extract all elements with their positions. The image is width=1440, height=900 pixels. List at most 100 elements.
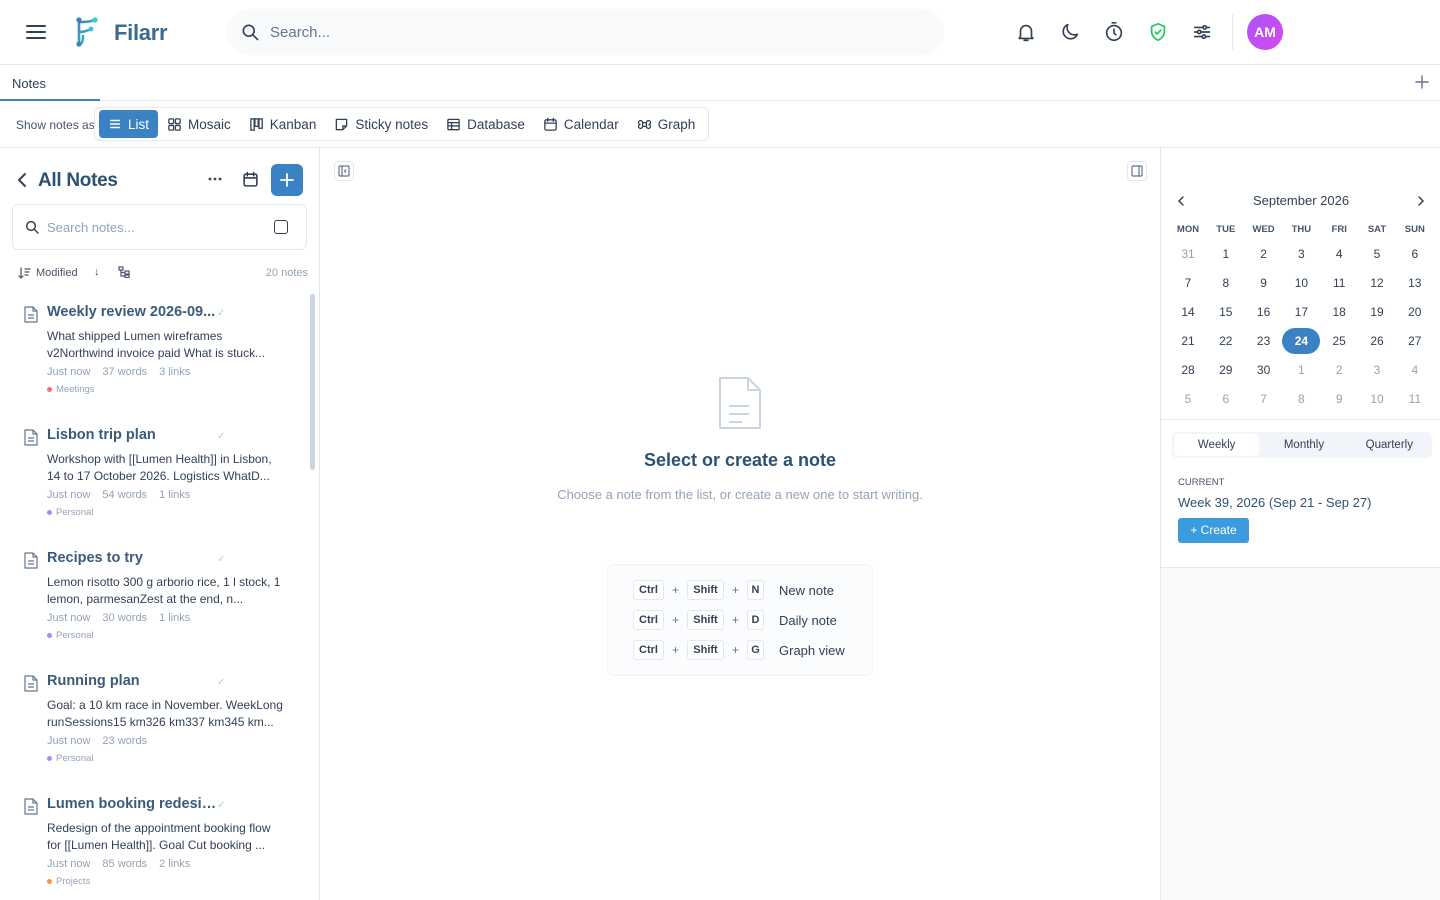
select-mode-checkbox[interactable] xyxy=(274,220,288,234)
timer-icon[interactable] xyxy=(1103,21,1125,43)
global-search[interactable] xyxy=(226,9,944,55)
search-icon xyxy=(242,24,259,41)
calendar-day[interactable]: 7 xyxy=(1169,270,1207,296)
calendar-day[interactable]: 6 xyxy=(1207,386,1245,412)
notes-search-input[interactable] xyxy=(47,218,257,236)
note-title[interactable]: Lisbon trip plan xyxy=(47,427,156,443)
view-calendar-button[interactable]: Calendar xyxy=(534,110,628,138)
create-periodic-note-button[interactable]: + Create xyxy=(1178,518,1249,543)
calendar-day[interactable]: 8 xyxy=(1282,386,1320,412)
calendar-day[interactable]: 9 xyxy=(1245,270,1283,296)
note-snippet: Lemon risotto 300 g arborio rice, 1 l st… xyxy=(47,575,281,606)
dark-mode-moon-icon[interactable] xyxy=(1059,21,1081,43)
view-list-button[interactable]: List xyxy=(99,110,159,138)
menu-icon[interactable] xyxy=(24,20,48,44)
calendar-day[interactable]: 6 xyxy=(1396,241,1434,267)
view-sticky-notes-button[interactable]: Sticky notes xyxy=(325,110,437,138)
calendar-day[interactable]: 8 xyxy=(1207,270,1245,296)
tag-color-dot xyxy=(47,387,52,392)
calendar-day[interactable]: 10 xyxy=(1282,270,1320,296)
period-tab-weekly[interactable]: Weekly xyxy=(1174,434,1260,456)
view-switcher: List Mosaic Kanban Sticky notes Database… xyxy=(94,107,710,141)
note-tag[interactable]: Personal xyxy=(47,630,94,641)
calendar-day[interactable]: 19 xyxy=(1358,299,1396,325)
calendar-day[interactable]: 4 xyxy=(1396,357,1434,383)
calendar-day[interactable]: 18 xyxy=(1320,299,1358,325)
calendar-day[interactable]: 24 xyxy=(1282,328,1321,354)
view-database-button[interactable]: Database xyxy=(437,110,534,138)
global-search-input[interactable] xyxy=(270,21,870,43)
collapse-right-panel-icon[interactable] xyxy=(1127,161,1147,181)
calendar-day[interactable]: 3 xyxy=(1358,357,1396,383)
notes-search[interactable] xyxy=(12,204,307,250)
calendar-day[interactable]: 3 xyxy=(1282,241,1320,267)
calendar-day[interactable]: 27 xyxy=(1396,328,1434,354)
calendar-day[interactable]: 30 xyxy=(1245,357,1283,383)
new-note-button[interactable] xyxy=(271,164,303,196)
view-mosaic-button[interactable]: Mosaic xyxy=(158,110,240,138)
collapse-left-panel-icon[interactable] xyxy=(334,161,354,181)
calendar-day[interactable]: 31 xyxy=(1169,241,1207,267)
calendar-day[interactable]: 28 xyxy=(1169,357,1207,383)
view-kanban-button[interactable]: Kanban xyxy=(240,110,326,138)
calendar-day[interactable]: 23 xyxy=(1245,328,1283,354)
calendar-day[interactable]: 12 xyxy=(1358,270,1396,296)
daily-note-calendar-icon[interactable] xyxy=(242,171,259,188)
calendar-day[interactable]: 16 xyxy=(1245,299,1283,325)
note-title[interactable]: Lumen booking redesign xyxy=(47,796,217,812)
next-month-chevron-icon[interactable] xyxy=(1414,194,1428,208)
filarr-logo-icon[interactable] xyxy=(72,16,100,48)
note-title[interactable]: Running plan xyxy=(47,673,140,689)
back-chevron-icon[interactable] xyxy=(16,172,30,188)
calendar-day[interactable]: 11 xyxy=(1396,386,1434,412)
calendar-day[interactable]: 5 xyxy=(1169,386,1207,412)
add-tab-plus-icon[interactable] xyxy=(1414,74,1430,90)
note-title[interactable]: Weekly review 2026-09... xyxy=(47,304,215,320)
period-tab-monthly[interactable]: Monthly xyxy=(1261,432,1346,458)
period-tab-quarterly[interactable]: Quarterly xyxy=(1347,432,1432,458)
user-avatar[interactable]: AM xyxy=(1247,14,1283,50)
app-name[interactable]: Filarr xyxy=(114,20,168,46)
note-tag[interactable]: Personal xyxy=(47,753,94,764)
notifications-bell-icon[interactable] xyxy=(1015,21,1037,43)
calendar-day[interactable]: 10 xyxy=(1358,386,1396,412)
calendar-day[interactable]: 25 xyxy=(1320,328,1358,354)
sort-direction-arrow-icon[interactable]: ↓ xyxy=(94,266,100,278)
calendar-day[interactable]: 5 xyxy=(1358,241,1396,267)
shield-check-icon[interactable] xyxy=(1147,21,1169,43)
calendar-day[interactable]: 1 xyxy=(1282,357,1320,383)
more-options-icon[interactable] xyxy=(206,170,224,188)
calendar-day[interactable]: 14 xyxy=(1169,299,1207,325)
note-title[interactable]: Recipes to try xyxy=(47,550,143,566)
note-list-item[interactable]: Lisbon trip plan ✓ Workshop with [[Lumen H… xyxy=(20,427,300,537)
calendar-day[interactable]: 15 xyxy=(1207,299,1245,325)
calendar-day[interactable]: 17 xyxy=(1282,299,1320,325)
calendar-day[interactable]: 21 xyxy=(1169,328,1207,354)
notes-list-scrollbar[interactable] xyxy=(310,294,315,470)
note-tag[interactable]: Personal xyxy=(47,507,94,518)
calendar-day[interactable]: 7 xyxy=(1245,386,1283,412)
calendar-day[interactable]: 22 xyxy=(1207,328,1245,354)
tab-notes[interactable]: Notes xyxy=(0,65,100,101)
note-list-item[interactable]: Recipes to try ✓ Lemon risotto 300 g arbor… xyxy=(20,550,300,660)
note-tag[interactable]: Projects xyxy=(47,876,90,887)
calendar-day[interactable]: 2 xyxy=(1245,241,1283,267)
calendar-day[interactable]: 1 xyxy=(1207,241,1245,267)
calendar-day[interactable]: 11 xyxy=(1320,270,1358,296)
calendar-day[interactable]: 2 xyxy=(1320,357,1358,383)
note-list-item[interactable]: Lumen booking redesign ✓ Redesign of the a… xyxy=(20,796,300,900)
calendar-day[interactable]: 26 xyxy=(1358,328,1396,354)
note-list-item[interactable]: Running plan ✓ Goal: a 10 km race in Novem… xyxy=(20,673,300,783)
calendar-day[interactable]: 13 xyxy=(1396,270,1434,296)
sort-field-label[interactable]: Modified xyxy=(36,267,78,279)
calendar-day[interactable]: 9 xyxy=(1320,386,1358,412)
sort-icon[interactable] xyxy=(18,267,31,279)
view-graph-button[interactable]: Graph xyxy=(628,110,705,138)
calendar-day[interactable]: 20 xyxy=(1396,299,1434,325)
calendar-day[interactable]: 4 xyxy=(1320,241,1358,267)
settings-sliders-icon[interactable] xyxy=(1191,21,1213,43)
note-tag[interactable]: Meetings xyxy=(47,384,95,395)
note-list-item[interactable]: Weekly review 2026-09... ✓ What shipped Lu… xyxy=(20,304,300,414)
calendar-day[interactable]: 29 xyxy=(1207,357,1245,383)
folder-tree-icon[interactable] xyxy=(118,266,131,278)
